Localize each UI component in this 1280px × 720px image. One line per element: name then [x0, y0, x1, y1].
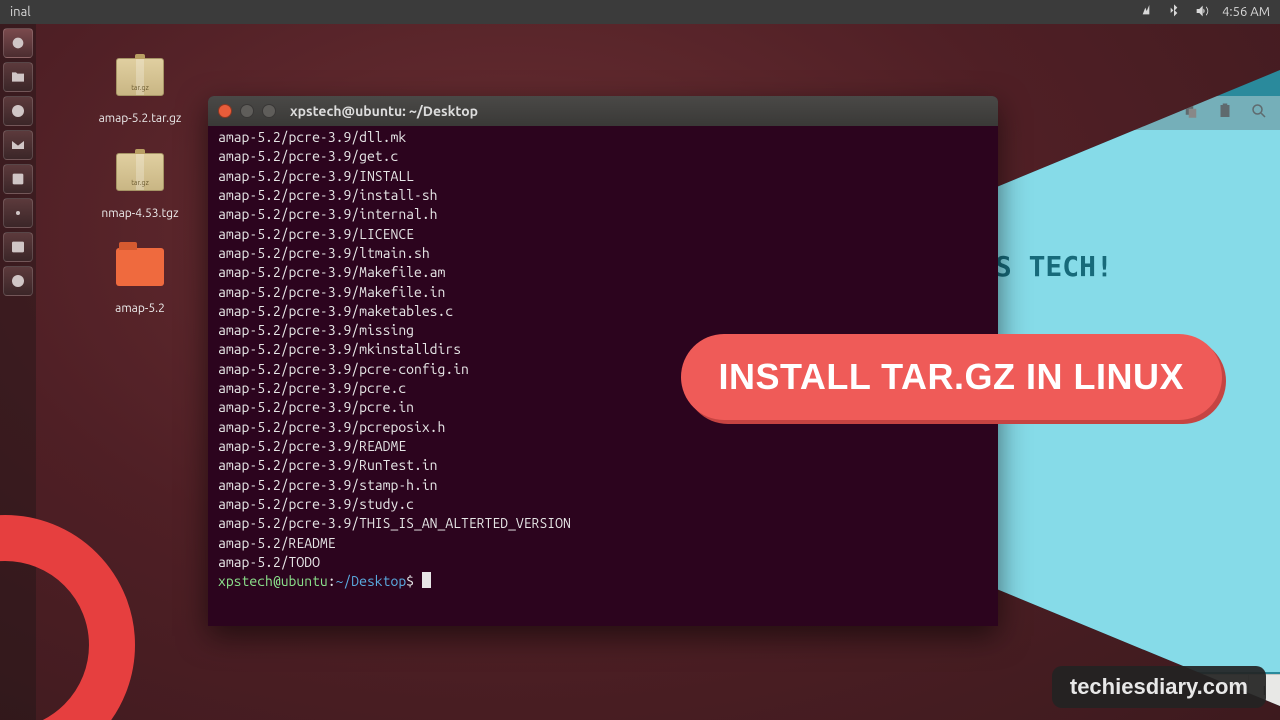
launcher-terminal[interactable] [3, 232, 33, 262]
desktop-file-label: nmap-4.53.tgz [60, 207, 220, 220]
cut-icon[interactable] [1148, 102, 1166, 124]
folder-icon [116, 248, 164, 296]
window-close-button[interactable] [218, 104, 232, 118]
volume-icon[interactable] [1194, 3, 1210, 22]
decorative-circle [0, 515, 135, 720]
redo-icon[interactable] [1114, 102, 1132, 124]
status-syntax[interactable]: Plain Text▾ [950, 675, 1046, 706]
window-minimize-button[interactable] [240, 104, 254, 118]
editor-visible-text: 'S TECH! [978, 250, 1268, 283]
desktop-file-label: amap-5.2.tar.gz [60, 112, 220, 125]
window-maximize-button[interactable] [262, 104, 276, 118]
search-icon[interactable] [1250, 102, 1268, 124]
archive-icon: tar.gz [116, 153, 164, 201]
editor-redo-label: lo [1087, 106, 1098, 120]
clock-text[interactable]: 4:56 AM [1222, 5, 1270, 19]
desktop-file[interactable]: tar.gz nmap-4.53.tgz [60, 153, 220, 220]
launcher-firefox[interactable] [3, 96, 33, 126]
launcher-files[interactable] [3, 62, 33, 92]
bluetooth-icon[interactable] [1166, 3, 1182, 22]
desktop-file[interactable]: tar.gz amap-5.2.tar.gz [60, 58, 220, 125]
launcher-software[interactable] [3, 164, 33, 194]
desktop-file-label: amap-5.2 [60, 302, 220, 315]
archive-icon: tar.gz [116, 58, 164, 106]
desktop-file[interactable]: amap-5.2 [60, 248, 220, 315]
terminal-titlebar[interactable]: xpstech@ubuntu: ~/Desktop [208, 96, 998, 126]
terminal-title: xpstech@ubuntu: ~/Desktop [290, 103, 478, 119]
paste-icon[interactable] [1216, 102, 1234, 124]
app-menu-title[interactable]: inal [10, 5, 31, 19]
top-menubar: inal 4:56 AM [0, 0, 1280, 24]
watermark-badge: techiesdiary.com [1052, 666, 1266, 708]
network-icon[interactable] [1138, 3, 1154, 22]
desktop-icon-grid: tar.gz amap-5.2.tar.gz tar.gz nmap-4.53.… [60, 52, 220, 343]
desktop: tar.gz amap-5.2.tar.gz tar.gz nmap-4.53.… [0, 24, 1280, 720]
copy-icon[interactable] [1182, 102, 1200, 124]
editor-toolbar: lo [960, 96, 1280, 130]
launcher-help[interactable] [3, 266, 33, 296]
launcher-mail[interactable] [3, 130, 33, 160]
launcher-settings[interactable] [3, 198, 33, 228]
launcher-dash[interactable] [3, 28, 33, 58]
banner-callout: Install tar.gz in Linux [681, 334, 1222, 420]
